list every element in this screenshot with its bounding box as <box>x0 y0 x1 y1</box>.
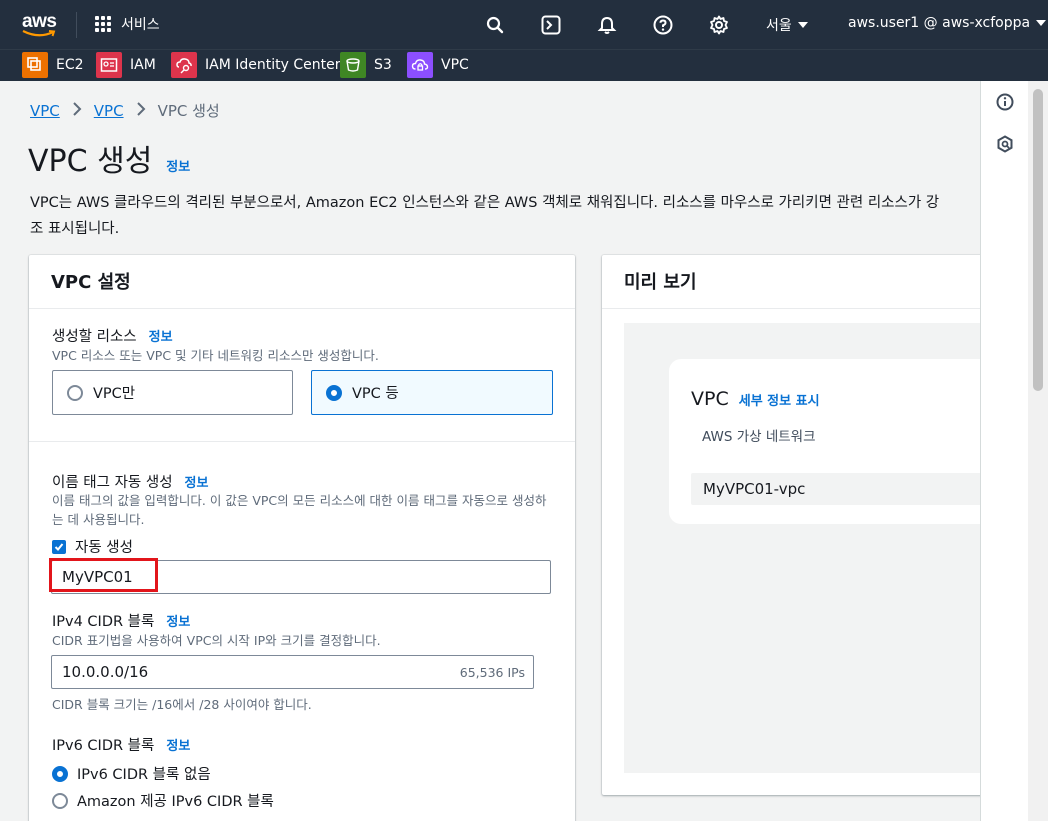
favorite-label: EC2 <box>56 57 84 73</box>
radio-ipv6-amazon[interactable]: Amazon 제공 IPv6 CIDR 블록 <box>52 790 274 811</box>
preview-details-link[interactable]: 세부 정보 표시 <box>739 390 820 409</box>
preview-subtitle: AWS 가상 네트워크 <box>702 429 816 445</box>
preview-title: 미리 보기 <box>624 272 697 293</box>
ipv4-label: IPv4 CIDR 블록 <box>52 614 155 630</box>
radio-selected <box>52 765 68 782</box>
name-tag-label: 이름 태그 자동 생성 <box>52 475 173 491</box>
favorite-label: VPC <box>441 57 469 73</box>
checkbox-checked-icon <box>52 539 66 554</box>
ec2-icon <box>22 52 48 78</box>
favorites-bar: EC2 IAM IAM Identity Center S3 VPC <box>0 49 1048 81</box>
favorite-label: IAM Identity Center <box>205 57 341 73</box>
page-description: VPC는 AWS 클라우드의 격리된 부분으로서, Amazon EC2 인스턴… <box>30 195 940 237</box>
highlight-box <box>49 558 158 592</box>
resources-label: 생성할 리소스 <box>52 329 137 345</box>
search-icon[interactable] <box>484 14 506 36</box>
favorite-label: S3 <box>374 57 392 73</box>
scrollbar-thumb[interactable] <box>1033 89 1043 391</box>
resources-field-label: 생성할 리소스 정보 <box>52 325 173 346</box>
auto-generate-label: 자동 생성 <box>75 540 133 556</box>
radio-unselected <box>67 384 83 401</box>
tile-vpc-and-more[interactable]: VPC 등 <box>311 370 553 415</box>
caret-down-icon <box>1036 20 1047 26</box>
name-tag-description: 이름 태그의 값을 입력합니다. 이 값은 VPC의 모든 리소스에 대한 이름… <box>52 493 547 527</box>
notifications-bell-icon[interactable] <box>596 14 618 36</box>
page-scrollbar[interactable] <box>1028 81 1048 821</box>
favorite-iam-identity-center[interactable]: IAM Identity Center <box>171 52 340 78</box>
account-label: aws.user1 @ aws-xcfoppa <box>848 15 1031 31</box>
page-info-link[interactable]: 정보 <box>166 156 190 175</box>
favorite-ec2[interactable]: EC2 <box>22 52 84 78</box>
vpc-settings-card: VPC 설정 생성할 리소스 정보 VPC 리소스 또는 VPC 및 기타 네트… <box>29 255 575 821</box>
tile-vpc-only-label: VPC만 <box>93 386 136 402</box>
s3-bucket-icon <box>340 52 366 78</box>
preview-vpc-header: VPC 세부 정보 표시 <box>691 388 820 410</box>
page-title: VPC 생성 <box>28 144 153 179</box>
breadcrumb-current: VPC 생성 <box>157 102 220 120</box>
radio-unselected <box>52 792 68 809</box>
aws-logo[interactable]: aws <box>20 10 60 40</box>
preview-card: 미리 보기 VPC 세부 정보 표시 AWS 가상 네트워크 MyVPC01-v… <box>602 255 1002 795</box>
name-tag-info-link[interactable]: 정보 <box>185 472 209 491</box>
name-tag-field-label: 이름 태그 자동 생성 정보 <box>52 471 208 492</box>
settings-gear-icon[interactable] <box>708 14 730 36</box>
favorite-s3[interactable]: S3 <box>340 52 392 78</box>
ipv4-description: CIDR 표기법을 사용하여 VPC의 시작 IP와 크기를 결정합니다. <box>52 633 381 648</box>
radio-ipv6-none[interactable]: IPv6 CIDR 블록 없음 <box>52 763 211 784</box>
iam-icon <box>96 52 122 78</box>
tile-vpc-and-more-label: VPC 등 <box>352 386 399 402</box>
resources-info-link[interactable]: 정보 <box>149 326 173 345</box>
top-navigation: aws 서비스 서울 aws.user1 @ aws-xcfoppa <box>0 0 1048 49</box>
ipv4-ip-count: 65,536 IPs <box>459 664 525 680</box>
radio-selected <box>326 384 342 401</box>
account-menu[interactable]: aws.user1 @ aws-xcfoppa <box>848 15 1047 31</box>
ipv6-label: IPv6 CIDR 블록 <box>52 738 155 754</box>
ipv6-info-link[interactable]: 정보 <box>166 735 190 754</box>
ipv4-cidr-value: 10.0.0.0/16 <box>62 663 149 681</box>
chevron-right-icon <box>136 101 146 120</box>
card-divider <box>29 308 575 309</box>
breadcrumb-link-vpc[interactable]: VPC <box>30 102 60 120</box>
vpc-cloud-icon <box>407 52 433 78</box>
services-menu-button[interactable]: 서비스 <box>95 14 160 34</box>
nav-divider <box>76 12 77 38</box>
preview-vpc-node[interactable]: VPC 세부 정보 표시 AWS 가상 네트워크 MyVPC01-vpc <box>669 359 1002 524</box>
breadcrumb: VPC VPC VPC 생성 <box>30 100 220 121</box>
aws-smile-icon <box>22 30 56 37</box>
ipv6-field-label: IPv6 CIDR 블록 정보 <box>52 734 190 755</box>
services-label: 서비스 <box>121 17 160 33</box>
grid-menu-icon <box>95 16 111 32</box>
page-header: VPC 생성 정보 <box>28 136 190 180</box>
auto-generate-checkbox[interactable]: 자동 생성 <box>52 536 133 557</box>
chevron-right-icon <box>72 101 82 120</box>
cloudshell-icon[interactable] <box>540 14 562 36</box>
identity-center-icon <box>171 52 197 78</box>
card-divider <box>602 308 1002 309</box>
ipv4-cidr-input[interactable]: 10.0.0.0/16 65,536 IPs <box>51 655 534 689</box>
preview-vpc-name: MyVPC01-vpc <box>691 473 1002 505</box>
ipv4-hint: CIDR 블록 크기는 /16에서 /28 사이여야 합니다. <box>52 697 312 712</box>
ipv6-amazon-label: Amazon 제공 IPv6 CIDR 블록 <box>77 794 274 810</box>
breadcrumb-link-vpcs[interactable]: VPC <box>94 102 124 120</box>
ipv4-info-link[interactable]: 정보 <box>166 611 190 630</box>
tools-rail <box>980 81 1028 821</box>
favorite-vpc[interactable]: VPC <box>407 52 469 78</box>
region-label: 서울 <box>766 18 792 34</box>
info-icon[interactable] <box>995 92 1015 112</box>
amazon-q-icon[interactable] <box>995 134 1015 154</box>
region-selector[interactable]: 서울 <box>766 15 808 35</box>
favorite-label: IAM <box>130 57 156 73</box>
caret-down-icon <box>797 22 808 28</box>
favorite-iam[interactable]: IAM <box>96 52 156 78</box>
help-icon[interactable] <box>652 14 674 36</box>
ipv4-field-label: IPv4 CIDR 블록 정보 <box>52 610 190 631</box>
preview-vpc-heading: VPC <box>691 388 729 410</box>
tile-vpc-only[interactable]: VPC만 <box>52 370 293 415</box>
resources-description: VPC 리소스 또는 VPC 및 기타 네트워킹 리소스만 생성합니다. <box>52 348 379 363</box>
card-divider <box>29 441 575 442</box>
ipv6-none-label: IPv6 CIDR 블록 없음 <box>77 767 211 783</box>
vpc-settings-title: VPC 설정 <box>51 272 131 293</box>
